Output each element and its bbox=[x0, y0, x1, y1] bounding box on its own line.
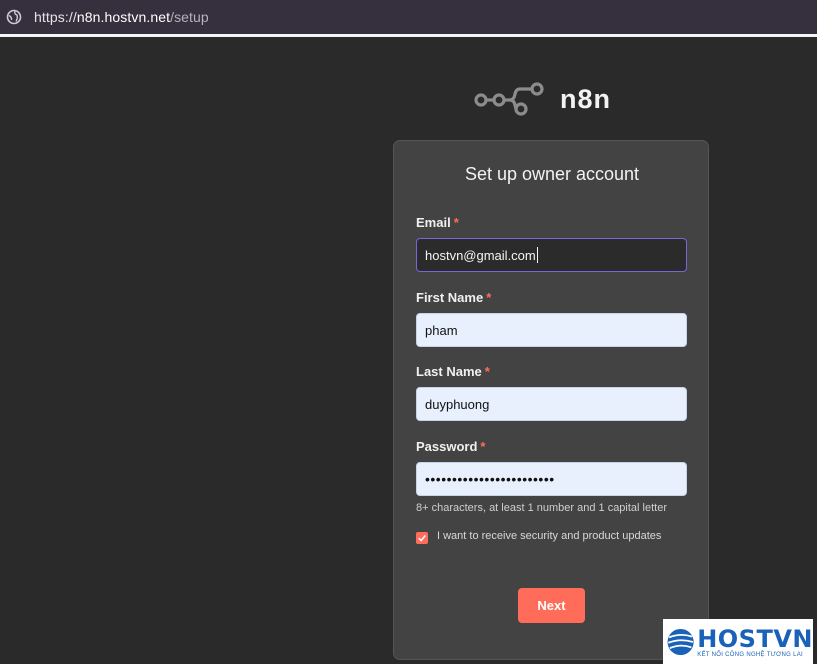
globe-icon[interactable] bbox=[6, 9, 22, 25]
n8n-logo: n8n bbox=[474, 80, 611, 118]
watermark-tagline: KẾT NỐI CÔNG NGHỆ TƯƠNG LAI bbox=[697, 651, 804, 658]
n8n-logo-icon bbox=[474, 82, 544, 116]
url-path: /setup bbox=[170, 9, 209, 25]
hostvn-globe-icon bbox=[667, 628, 694, 655]
checkmark-icon bbox=[418, 535, 426, 542]
last-name-value: duyphuong bbox=[425, 396, 490, 412]
hostvn-watermark: HOSTVN KẾT NỐI CÔNG NGHỆ TƯƠNG LAI bbox=[663, 619, 813, 664]
card-title: Set up owner account bbox=[464, 164, 640, 184]
email-label-text: Email bbox=[416, 215, 451, 230]
text-caret bbox=[536, 247, 538, 263]
updates-checkbox-label: I want to receive security and product u… bbox=[437, 530, 662, 542]
setup-card: Set up owner account Email * hostvn@gmail… bbox=[393, 140, 709, 660]
updates-checkbox-row[interactable]: I want to receive security and product u… bbox=[416, 530, 661, 544]
email-label: Email * bbox=[416, 215, 459, 230]
url-prefix: https:// bbox=[34, 9, 77, 25]
watermark-brand: HOSTVN bbox=[697, 624, 813, 653]
next-button[interactable]: Next bbox=[518, 588, 585, 623]
password-value: •••••••••••••••••••••••• bbox=[425, 471, 555, 487]
password-field[interactable]: •••••••••••••••••••••••• bbox=[416, 462, 687, 496]
email-value: hostvn@gmail.com bbox=[425, 247, 536, 263]
browser-address-bar: https://n8n.hostvn.net/setup bbox=[0, 0, 817, 37]
omnibox[interactable]: https://n8n.hostvn.net/setup bbox=[0, 0, 817, 34]
updates-checkbox[interactable] bbox=[416, 532, 428, 544]
logo-text: n8n bbox=[560, 83, 612, 114]
required-marker: * bbox=[480, 439, 486, 454]
required-marker: * bbox=[453, 215, 459, 230]
required-marker: * bbox=[484, 364, 490, 379]
required-marker: * bbox=[486, 290, 492, 305]
watermark-texts: HOSTVN KẾT NỐI CÔNG NGHỆ TƯƠNG LAI bbox=[697, 626, 813, 658]
last-name-label: Last Name * bbox=[416, 364, 490, 379]
password-hint: 8+ characters, at least 1 number and 1 c… bbox=[416, 502, 668, 514]
url-text[interactable]: https://n8n.hostvn.net/setup bbox=[34, 9, 209, 25]
password-label-text: Password bbox=[416, 439, 478, 454]
first-name-label: First Name * bbox=[416, 290, 491, 305]
first-name-value: pham bbox=[425, 322, 458, 338]
app-area: n8n Set up owner account Email * hostvn@g… bbox=[0, 37, 817, 664]
url-host: n8n.hostvn.net bbox=[76, 9, 171, 25]
first-name-label-text: First Name bbox=[416, 290, 484, 305]
last-name-field[interactable]: duyphuong bbox=[416, 387, 687, 421]
email-field[interactable]: hostvn@gmail.com bbox=[416, 238, 687, 272]
first-name-field[interactable]: pham bbox=[416, 313, 687, 347]
password-label: Password * bbox=[416, 439, 485, 454]
last-name-label-text: Last Name bbox=[416, 364, 482, 379]
